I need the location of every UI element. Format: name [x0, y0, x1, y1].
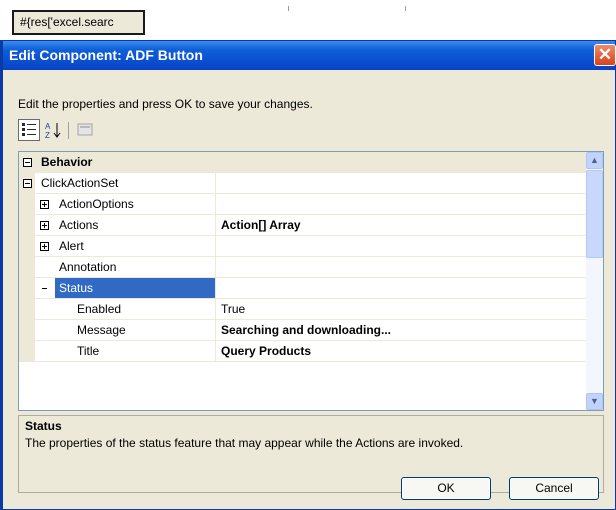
property-name: ActionOptions: [59, 197, 134, 211]
property-name: Message: [77, 323, 126, 337]
expand-icon[interactable]: [40, 200, 49, 209]
categorized-button[interactable]: [18, 119, 40, 141]
dialog-titlebar[interactable]: Edit Component: ADF Button ✕: [3, 41, 616, 70]
property-row[interactable]: ClickActionSet: [19, 173, 586, 194]
property-row[interactable]: Title Query Products: [19, 341, 586, 362]
category-row[interactable]: Behavior: [19, 152, 586, 173]
property-row[interactable]: ActionOptions: [19, 194, 586, 215]
cancel-button[interactable]: Cancel: [509, 477, 599, 500]
toolbar-separator: [68, 122, 69, 139]
property-pages-button[interactable]: [74, 119, 96, 141]
ruler-tick: [288, 6, 289, 11]
scroll-thumb[interactable]: [586, 170, 603, 258]
property-value[interactable]: Query Products: [221, 341, 311, 361]
property-value[interactable]: True: [221, 299, 245, 319]
alphabetical-button[interactable]: A Z: [42, 119, 64, 141]
close-button[interactable]: ✕: [594, 44, 616, 66]
chevron-down-icon: ▼: [590, 396, 599, 406]
svg-text:Z: Z: [45, 131, 50, 140]
property-name: Alert: [59, 239, 84, 253]
property-value[interactable]: Action[] Array: [221, 215, 301, 235]
property-name: Enabled: [77, 302, 122, 316]
svg-text:A: A: [45, 122, 51, 131]
expand-icon[interactable]: [40, 221, 49, 230]
property-name: ClickActionSet: [41, 176, 119, 190]
property-row[interactable]: Annotation: [19, 257, 586, 278]
description-text: The properties of the status feature tha…: [25, 436, 464, 450]
instructions-text: Edit the properties and press OK to save…: [18, 97, 313, 111]
chevron-up-icon: ▲: [590, 155, 599, 165]
property-pages-icon: [77, 123, 93, 136]
scroll-up-button[interactable]: ▲: [586, 152, 603, 169]
property-row[interactable]: Enabled True: [19, 299, 586, 320]
property-row[interactable]: Actions Action[] Array: [19, 215, 586, 236]
dialog-title: Edit Component: ADF Button: [9, 47, 203, 63]
alphabetical-sort-icon: A Z: [45, 122, 61, 140]
description-title: Status: [25, 419, 62, 433]
ok-button[interactable]: OK: [401, 477, 491, 500]
category-label: Behavior: [41, 155, 93, 169]
property-grid: Behavior ClickActionSet ActionOptions Ac…: [18, 151, 604, 411]
property-name: Actions: [59, 218, 99, 232]
expand-icon[interactable]: [40, 242, 49, 251]
property-name: Annotation: [59, 260, 117, 274]
ruler-tick: [405, 6, 406, 11]
property-row[interactable]: Message Searching and downloading...: [19, 320, 586, 341]
categorized-icon: [22, 123, 36, 136]
collapse-icon[interactable]: [40, 284, 49, 293]
collapse-icon[interactable]: [23, 158, 32, 167]
property-row-selected[interactable]: Status: [19, 278, 586, 299]
vertical-scrollbar[interactable]: ▲ ▼: [586, 152, 603, 410]
designer-tab[interactable]: #{res['excel.searc: [12, 10, 145, 35]
collapse-icon[interactable]: [23, 179, 32, 188]
close-icon: ✕: [597, 45, 613, 64]
property-row[interactable]: Alert: [19, 236, 586, 257]
edit-component-dialog: Edit Component: ADF Button ✕ Edit the pr…: [0, 40, 616, 510]
property-name: Status: [59, 281, 94, 295]
property-value[interactable]: Searching and downloading...: [221, 320, 391, 340]
property-name: Title: [77, 344, 100, 358]
scroll-down-button[interactable]: ▼: [586, 393, 603, 410]
